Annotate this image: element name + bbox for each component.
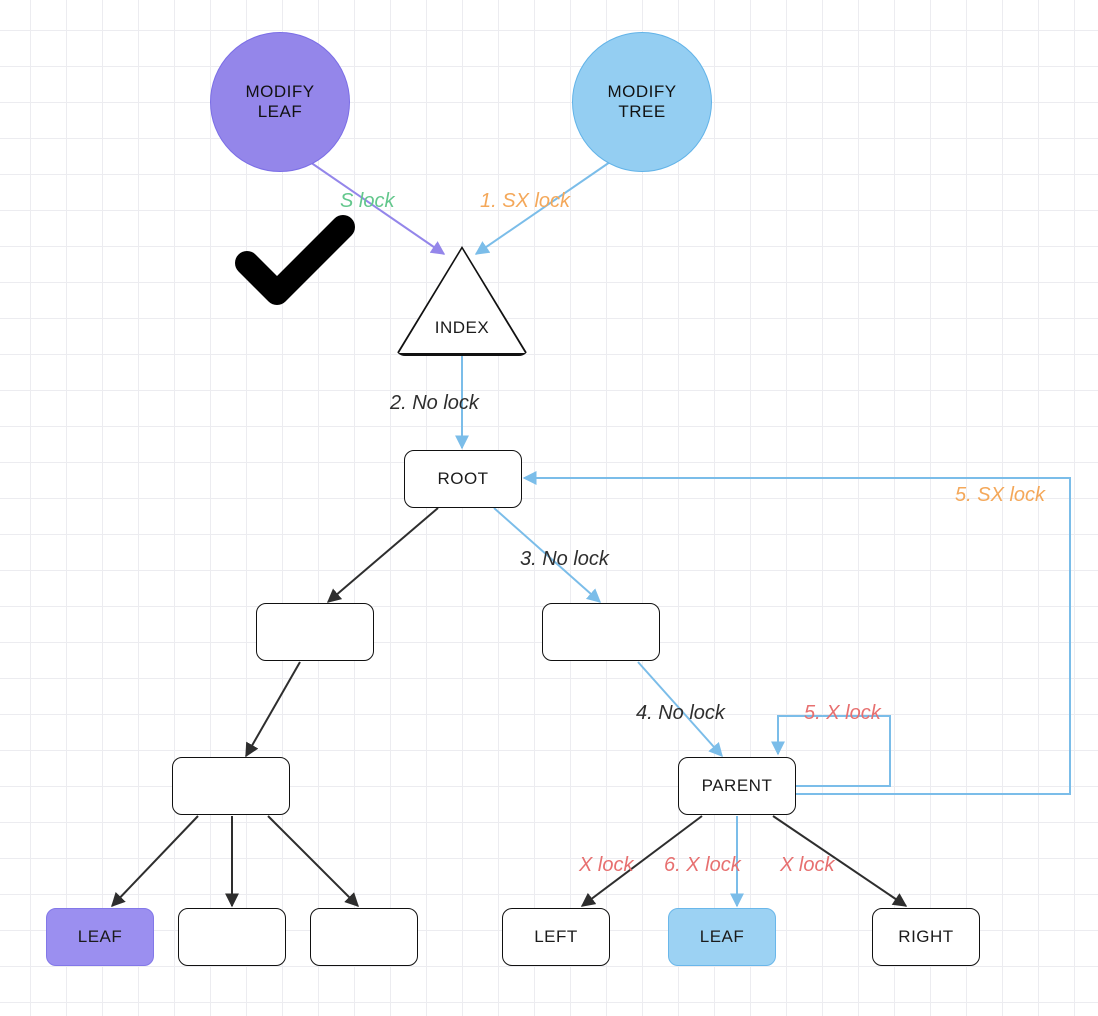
node-blank-leaf1 — [178, 908, 286, 966]
node-root: ROOT — [404, 450, 522, 508]
edge-root-leftchild — [328, 508, 438, 602]
node-modify-leaf: MODIFY LEAF — [210, 32, 350, 172]
label-x-lock-right: X lock — [780, 854, 834, 877]
edge-leftchild-lowerbox — [246, 662, 300, 756]
label-x-lock-6: 6. X lock — [664, 854, 741, 877]
node-blank-lower — [172, 757, 290, 815]
node-modify-tree: MODIFY TREE — [572, 32, 712, 172]
node-index: INDEX — [395, 246, 529, 356]
label-no-lock-2: 2. No lock — [390, 392, 479, 415]
label-x-lock-5: 5. X lock — [804, 702, 881, 725]
node-blank-leaf2 — [310, 908, 418, 966]
node-blank-l1 — [256, 603, 374, 661]
node-left: LEFT — [502, 908, 610, 966]
node-leaf-purple: LEAF — [46, 908, 154, 966]
edge-lowerbox-leafpurple — [112, 816, 198, 906]
node-blank-r1 — [542, 603, 660, 661]
label-sx-lock-5: 5. SX lock — [955, 484, 1045, 507]
node-leaf-purple-label: LEAF — [78, 927, 123, 947]
label-s-lock: S lock — [340, 190, 394, 213]
node-right-label: RIGHT — [898, 927, 953, 947]
label-sx-lock-1: 1. SX lock — [480, 190, 570, 213]
node-left-label: LEFT — [534, 927, 578, 947]
node-index-label: INDEX — [435, 318, 489, 338]
label-no-lock-3: 3. No lock — [520, 548, 609, 571]
node-modify-tree-label: MODIFY TREE — [607, 82, 676, 122]
node-right: RIGHT — [872, 908, 980, 966]
node-parent: PARENT — [678, 757, 796, 815]
node-leaf-blue: LEAF — [668, 908, 776, 966]
edge-lowerbox-blank2 — [268, 816, 358, 906]
node-root-label: ROOT — [437, 469, 488, 489]
node-modify-leaf-label: MODIFY LEAF — [245, 82, 314, 122]
node-leaf-blue-label: LEAF — [700, 927, 745, 947]
checkmark-icon — [235, 215, 355, 310]
label-no-lock-4: 4. No lock — [636, 702, 725, 725]
label-x-lock-left: X lock — [579, 854, 633, 877]
node-parent-label: PARENT — [702, 776, 773, 796]
